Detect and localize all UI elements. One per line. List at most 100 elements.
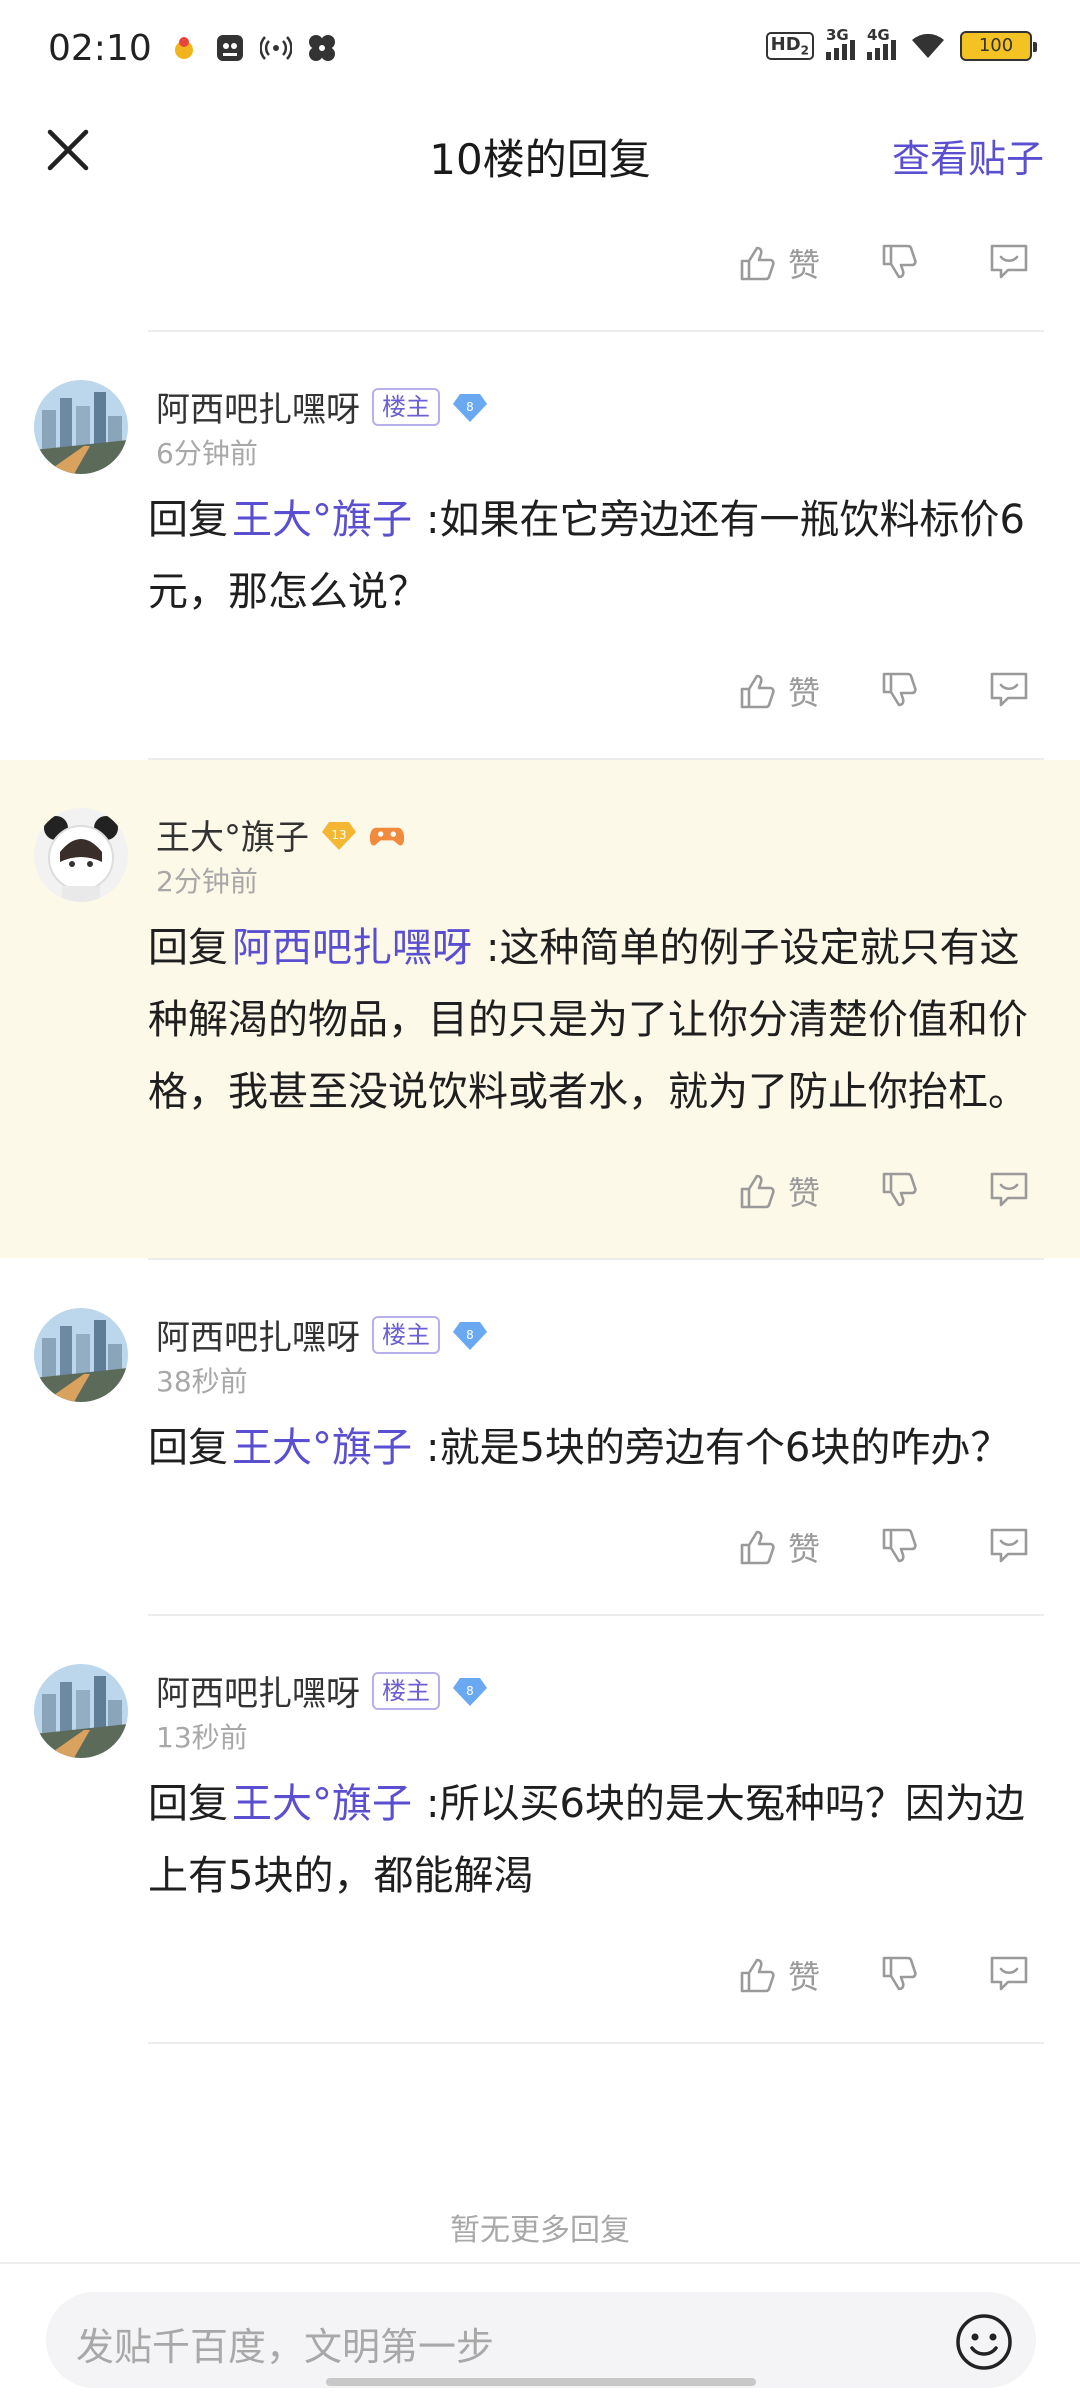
app-notification-icon: [175, 37, 193, 59]
reply-list: 赞 阿西吧扎嘿呀 楼主 8 6分钟前 回复 王大°旗子:如果在它旁边还有一瓶饮料标…: [0, 200, 1080, 2044]
reply-input[interactable]: 发贴千百度，文明第一步: [46, 2292, 1036, 2388]
reply-prefix: 回复: [148, 925, 228, 971]
thumbs-down-icon: [882, 244, 917, 279]
panda-hood-avatar-image: [34, 808, 128, 902]
city-avatar-image: [34, 1308, 128, 1402]
like-button[interactable]: 赞: [736, 240, 820, 286]
reply-actions: 赞: [0, 1912, 1080, 2042]
dislike-button[interactable]: [878, 668, 922, 712]
thumbs-down-icon: [882, 672, 917, 707]
reply-content: 回复 阿西吧扎嘿呀:这种简单的例子设定就只有这种解渴的物品，目的只是为了让你分清楚…: [0, 912, 1080, 1128]
reply-time: 38秒前: [156, 1365, 248, 1398]
like-button[interactable]: 赞: [736, 668, 820, 714]
comment-button[interactable]: [986, 240, 1032, 284]
mention-link[interactable]: 阿西吧扎嘿呀: [232, 925, 472, 971]
comment-button[interactable]: [986, 1524, 1032, 1568]
reply-prefix: 回复: [148, 1781, 228, 1827]
comment-bubble-icon: [990, 1956, 1028, 1991]
reply-prefix: 回复: [148, 497, 228, 543]
like-button[interactable]: 赞: [736, 1168, 820, 1214]
avatar[interactable]: [34, 808, 128, 902]
owner-badge: 楼主: [372, 1315, 440, 1354]
view-post-link[interactable]: 查看贴子: [892, 128, 1044, 183]
game-controller-icon: [369, 827, 405, 845]
owner-badge: 楼主: [372, 1671, 440, 1710]
thumbs-down-icon: [882, 1956, 917, 1991]
reply-actions: 赞: [0, 628, 1080, 758]
comment-bubble-icon: [990, 1172, 1028, 1207]
hd-sub-label: 2: [800, 43, 809, 58]
svg-text:8: 8: [466, 400, 474, 414]
like-label: 赞: [788, 1174, 821, 1212]
username[interactable]: 王大°旗子: [156, 810, 309, 859]
like-label: 赞: [788, 674, 821, 712]
top-nav-bar: 10楼的回复 查看贴子: [0, 100, 1080, 200]
status-bar: 02:10 HD2 3G 4G 100: [0, 0, 1080, 100]
home-indicator[interactable]: [326, 2378, 756, 2386]
thumbs-down-icon: [882, 1528, 917, 1563]
username[interactable]: 阿西吧扎嘿呀: [156, 1310, 360, 1359]
dislike-button[interactable]: [878, 1168, 922, 1212]
wifi-icon: [912, 33, 944, 58]
like-label: 赞: [788, 1958, 821, 1996]
comment-button[interactable]: [986, 1168, 1032, 1212]
owner-badge: 楼主: [372, 387, 440, 426]
reply-time: 2分钟前: [156, 865, 258, 898]
comment-bubble-icon: [990, 672, 1028, 707]
dislike-button[interactable]: [878, 240, 922, 284]
avatar[interactable]: [34, 380, 128, 474]
mention-link[interactable]: 王大°旗子: [232, 1425, 412, 1471]
net2-label: 4G: [867, 26, 890, 44]
username-row: 阿西吧扎嘿呀 楼主 8: [156, 382, 488, 431]
mention-link[interactable]: 王大°旗子: [232, 497, 412, 543]
thumbs-down-icon: [882, 1172, 917, 1207]
level-badge-icon: 8: [453, 393, 487, 422]
system-status: HD2 3G 4G 100: [765, 26, 1037, 62]
notification-icons: [168, 32, 338, 64]
game-notification-icon: [217, 35, 243, 61]
divider: [148, 2042, 1044, 2044]
fan-icon: [309, 35, 335, 61]
thumbs-up-icon: [740, 1174, 775, 1209]
reply-input-placeholder: 发贴千百度，文明第一步: [76, 2325, 495, 2369]
dislike-button[interactable]: [878, 1952, 922, 1996]
mention-link[interactable]: 王大°旗子: [232, 1781, 412, 1827]
reply-item: 阿西吧扎嘿呀 楼主 8 38秒前 回复 王大°旗子 :就是5块的旁边有个6块的咋办？…: [0, 1260, 1080, 1614]
like-button[interactable]: 赞: [736, 1524, 820, 1570]
hd-voice-icon: HD2: [765, 32, 814, 60]
reply-item: 阿西吧扎嘿呀 楼主 8 13秒前 回复 王大°旗子:所以买6块的是大冤种吗？因为边…: [0, 1616, 1080, 2042]
reply-content: 回复 王大°旗子:如果在它旁边还有一瓶饮料标价6元，那怎么说？: [0, 484, 1080, 628]
city-avatar-image: [34, 380, 128, 474]
reply-actions: 赞: [0, 200, 1080, 330]
hd-label: HD: [770, 34, 801, 56]
status-time: 02:10: [48, 28, 152, 69]
username[interactable]: 阿西吧扎嘿呀: [156, 1666, 360, 1715]
avatar[interactable]: [34, 1308, 128, 1402]
comment-button[interactable]: [986, 1952, 1032, 1996]
avatar[interactable]: [34, 1664, 128, 1758]
reply-item-highlighted: 王大°旗子 13 2分钟前 回复 阿西吧扎嘿呀:这种简单的例子设定就只有这种解渴的…: [0, 760, 1080, 1258]
reply-prefix: 回复: [148, 1425, 228, 1471]
signal-3g-icon: 3G: [826, 26, 855, 60]
reply-actions: 赞: [0, 1484, 1080, 1614]
svg-text:8: 8: [466, 1328, 474, 1342]
emoji-icon[interactable]: [954, 2312, 1014, 2372]
reply-text: :就是5块的旁边有个6块的咋办？: [426, 1425, 1011, 1471]
like-label: 赞: [788, 246, 821, 284]
comment-button[interactable]: [986, 668, 1032, 712]
reply-time: 6分钟前: [156, 437, 258, 470]
no-more-replies-label: 暂无更多回复: [450, 2213, 630, 2248]
username-row: 阿西吧扎嘿呀 楼主 8: [156, 1666, 488, 1715]
username[interactable]: 阿西吧扎嘿呀: [156, 382, 360, 431]
like-button[interactable]: 赞: [736, 1952, 820, 1998]
thumbs-up-icon: [740, 674, 775, 709]
svg-text:13: 13: [331, 828, 346, 842]
signal-4g-icon: 4G: [867, 26, 896, 60]
reply-composer: 发贴千百度，文明第一步: [0, 2262, 1080, 2400]
reply-item: 阿西吧扎嘿呀 楼主 8 6分钟前 回复 王大°旗子:如果在它旁边还有一瓶饮料标价6…: [0, 332, 1080, 758]
thumbs-up-icon: [740, 1530, 775, 1565]
svg-text:8: 8: [466, 1684, 474, 1698]
dislike-button[interactable]: [878, 1524, 922, 1568]
thumbs-up-icon: [740, 246, 775, 281]
level-badge-icon: 8: [453, 1321, 487, 1350]
